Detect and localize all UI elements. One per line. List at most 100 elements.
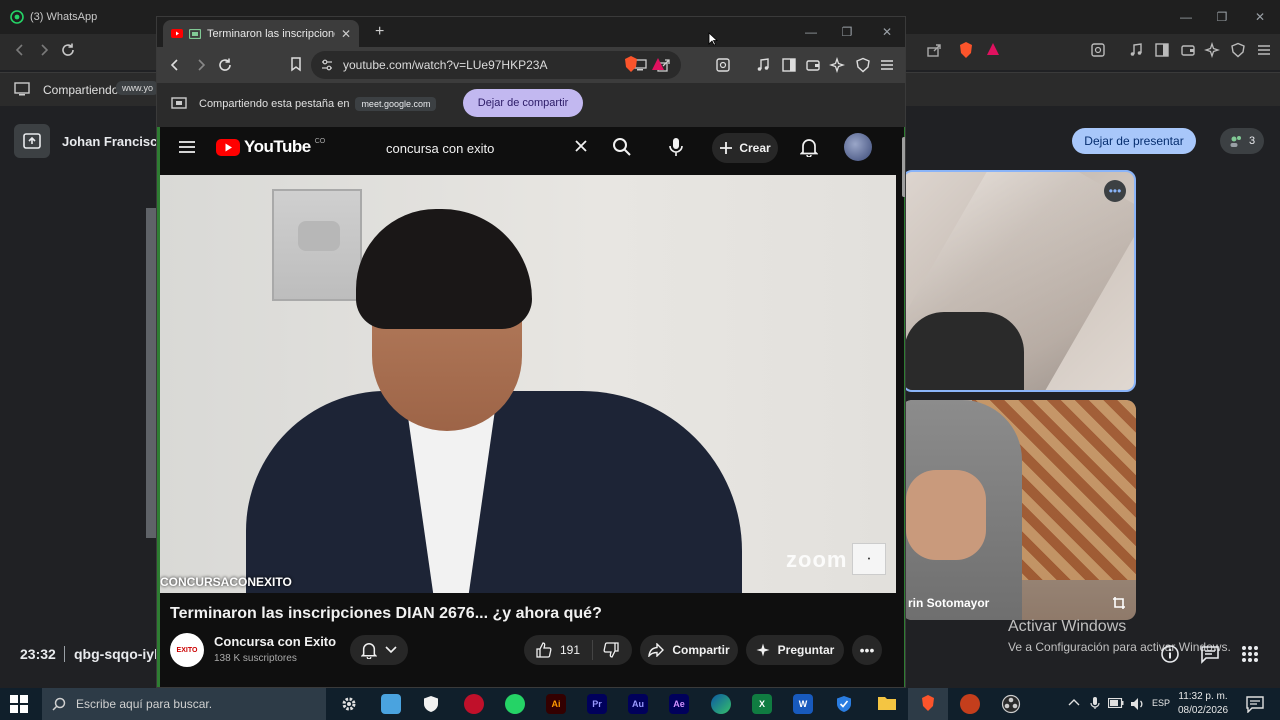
volume-icon[interactable] [1130, 697, 1146, 711]
like-button[interactable]: 191 [524, 640, 594, 660]
chat-icon[interactable] [1200, 644, 1220, 664]
tab-close-icon[interactable]: ✕ [341, 27, 351, 41]
popup-tab-search-icon[interactable] [715, 57, 731, 73]
participants-button[interactable]: 3 [1220, 128, 1264, 154]
ask-button[interactable]: Preguntar [746, 635, 844, 665]
subscription-notifications-button[interactable] [350, 635, 408, 665]
activities-icon[interactable] [1240, 644, 1260, 664]
reload-icon[interactable] [60, 42, 76, 58]
obs-icon[interactable] [1001, 694, 1021, 714]
sidebar-icon[interactable] [1154, 42, 1170, 58]
brave-taskbar-icon[interactable] [920, 694, 936, 712]
create-button[interactable]: Crear [712, 133, 778, 163]
popup-reload-icon[interactable] [217, 57, 233, 73]
menu-icon[interactable] [1256, 42, 1272, 58]
input-language[interactable]: ESP [1152, 698, 1170, 708]
tile-options-button[interactable]: ••• [1104, 180, 1126, 202]
audition-icon[interactable]: Au [628, 694, 648, 714]
notifications-center-icon[interactable] [1246, 695, 1264, 713]
close-button[interactable]: ✕ [1242, 6, 1278, 28]
popup-back-icon[interactable] [167, 57, 183, 73]
illustrator-icon[interactable]: Ai [546, 694, 566, 714]
youtube-logo[interactable]: YouTube CO [216, 137, 325, 157]
participants-icon [1229, 134, 1243, 148]
share-page-icon[interactable] [926, 42, 942, 58]
stop-sharing-button[interactable]: Dejar de compartir [463, 89, 583, 117]
search-input[interactable]: concursa con exito [378, 133, 596, 163]
tray-mic-icon[interactable] [1090, 696, 1100, 710]
windows-start-icon[interactable] [10, 695, 28, 713]
share-button[interactable]: Compartir [640, 635, 738, 665]
presenter-name: Johan Francisco [62, 133, 166, 149]
vpn-icon[interactable] [1230, 42, 1246, 58]
whatsapp-taskbar-icon[interactable] [505, 694, 525, 714]
video-player[interactable]: zoom • CONCURSACONEXITO [160, 175, 896, 593]
popup-leo-ai-icon[interactable] [829, 57, 845, 73]
popup-close-button[interactable]: ✕ [869, 21, 905, 43]
tab-title: Terminaron las inscripciones DIAN 2676 [207, 27, 335, 40]
participant-count: 3 [1248, 135, 1256, 147]
media-icon[interactable] [1128, 42, 1144, 58]
hamburger-menu-icon[interactable] [178, 139, 196, 155]
popup-rewards-icon[interactable] [651, 57, 665, 71]
channel-avatar[interactable]: EXITO [170, 633, 204, 667]
bookmark-icon[interactable] [289, 56, 303, 72]
maximize-button[interactable]: ❐ [1204, 6, 1240, 28]
settings-gear-icon[interactable] [340, 695, 358, 713]
excel-icon[interactable]: X [752, 694, 772, 714]
minimize-button[interactable]: — [1168, 6, 1204, 28]
new-tab-button[interactable]: + [375, 23, 384, 41]
defender-shield-icon[interactable] [423, 695, 439, 713]
antivirus-shield-icon[interactable] [836, 695, 852, 713]
dislike-button[interactable] [593, 642, 629, 658]
popup-media-icon[interactable] [755, 57, 771, 73]
site-info-icon[interactable] [321, 59, 333, 71]
presenter-label: Johan Francisco [14, 124, 165, 158]
participant-tile-2[interactable]: rin Sotomayor [902, 400, 1136, 620]
word-icon[interactable]: W [793, 694, 813, 714]
popup-menu-icon[interactable] [879, 57, 895, 73]
sharing-notice-text: Compartiendo esta pestaña en [199, 98, 350, 110]
wallet-icon[interactable] [1180, 42, 1196, 58]
tray-chevron-up-icon[interactable] [1068, 698, 1080, 706]
brave-shield-icon[interactable] [958, 41, 974, 59]
powerpoint-icon[interactable] [960, 694, 980, 714]
stop-presenting-button[interactable]: Dejar de presentar [1072, 128, 1196, 154]
file-explorer-window-icon[interactable] [381, 694, 401, 714]
forward-icon[interactable] [36, 42, 52, 58]
clear-search-icon[interactable] [574, 139, 588, 153]
brave-rewards-icon[interactable] [986, 42, 1000, 56]
popup-maximize-button[interactable]: ❐ [829, 21, 865, 43]
taskbar-clock[interactable]: 11:32 p. m. 08/02/2026 [1178, 690, 1228, 718]
account-avatar[interactable] [844, 133, 872, 161]
participant-tile-1[interactable]: ••• [902, 170, 1136, 392]
page-scrollbar[interactable] [902, 137, 905, 197]
sharing-screen-icon [171, 97, 187, 111]
popup-minimize-button[interactable]: — [793, 21, 829, 43]
crop-icon[interactable] [1112, 596, 1126, 610]
popup-wallet-icon[interactable] [805, 57, 821, 73]
folder-icon[interactable] [877, 695, 897, 711]
microphone-icon[interactable] [668, 137, 684, 157]
active-tab[interactable]: Terminaron las inscripciones DIAN 2676 ✕ [163, 20, 359, 47]
premiere-icon[interactable]: Pr [587, 694, 607, 714]
edge-icon[interactable] [711, 694, 731, 714]
channel-name[interactable]: Concursa con Exito [214, 634, 336, 649]
battery-icon[interactable] [1108, 698, 1124, 708]
meeting-info-icon[interactable] [1160, 644, 1180, 664]
search-icon[interactable] [612, 137, 632, 157]
taskbar-search-box[interactable]: Escribe aquí para buscar. [42, 688, 326, 720]
back-icon[interactable] [12, 42, 28, 58]
more-actions-button[interactable]: ••• [852, 635, 882, 665]
create-label: Crear [739, 141, 771, 155]
tab-search-icon[interactable] [1090, 42, 1106, 58]
whatsapp-tab[interactable]: (3) WhatsApp [10, 6, 97, 28]
notifications-bell-icon[interactable] [800, 137, 818, 157]
popup-forward-icon[interactable] [193, 57, 209, 73]
popup-vpn-icon[interactable] [855, 57, 871, 73]
popup-sidebar-icon[interactable] [781, 57, 797, 73]
red-app-icon[interactable] [464, 694, 484, 714]
popup-brave-shield-icon[interactable] [623, 55, 639, 73]
leo-ai-icon[interactable] [1204, 42, 1220, 58]
after-effects-icon[interactable]: Ae [669, 694, 689, 714]
